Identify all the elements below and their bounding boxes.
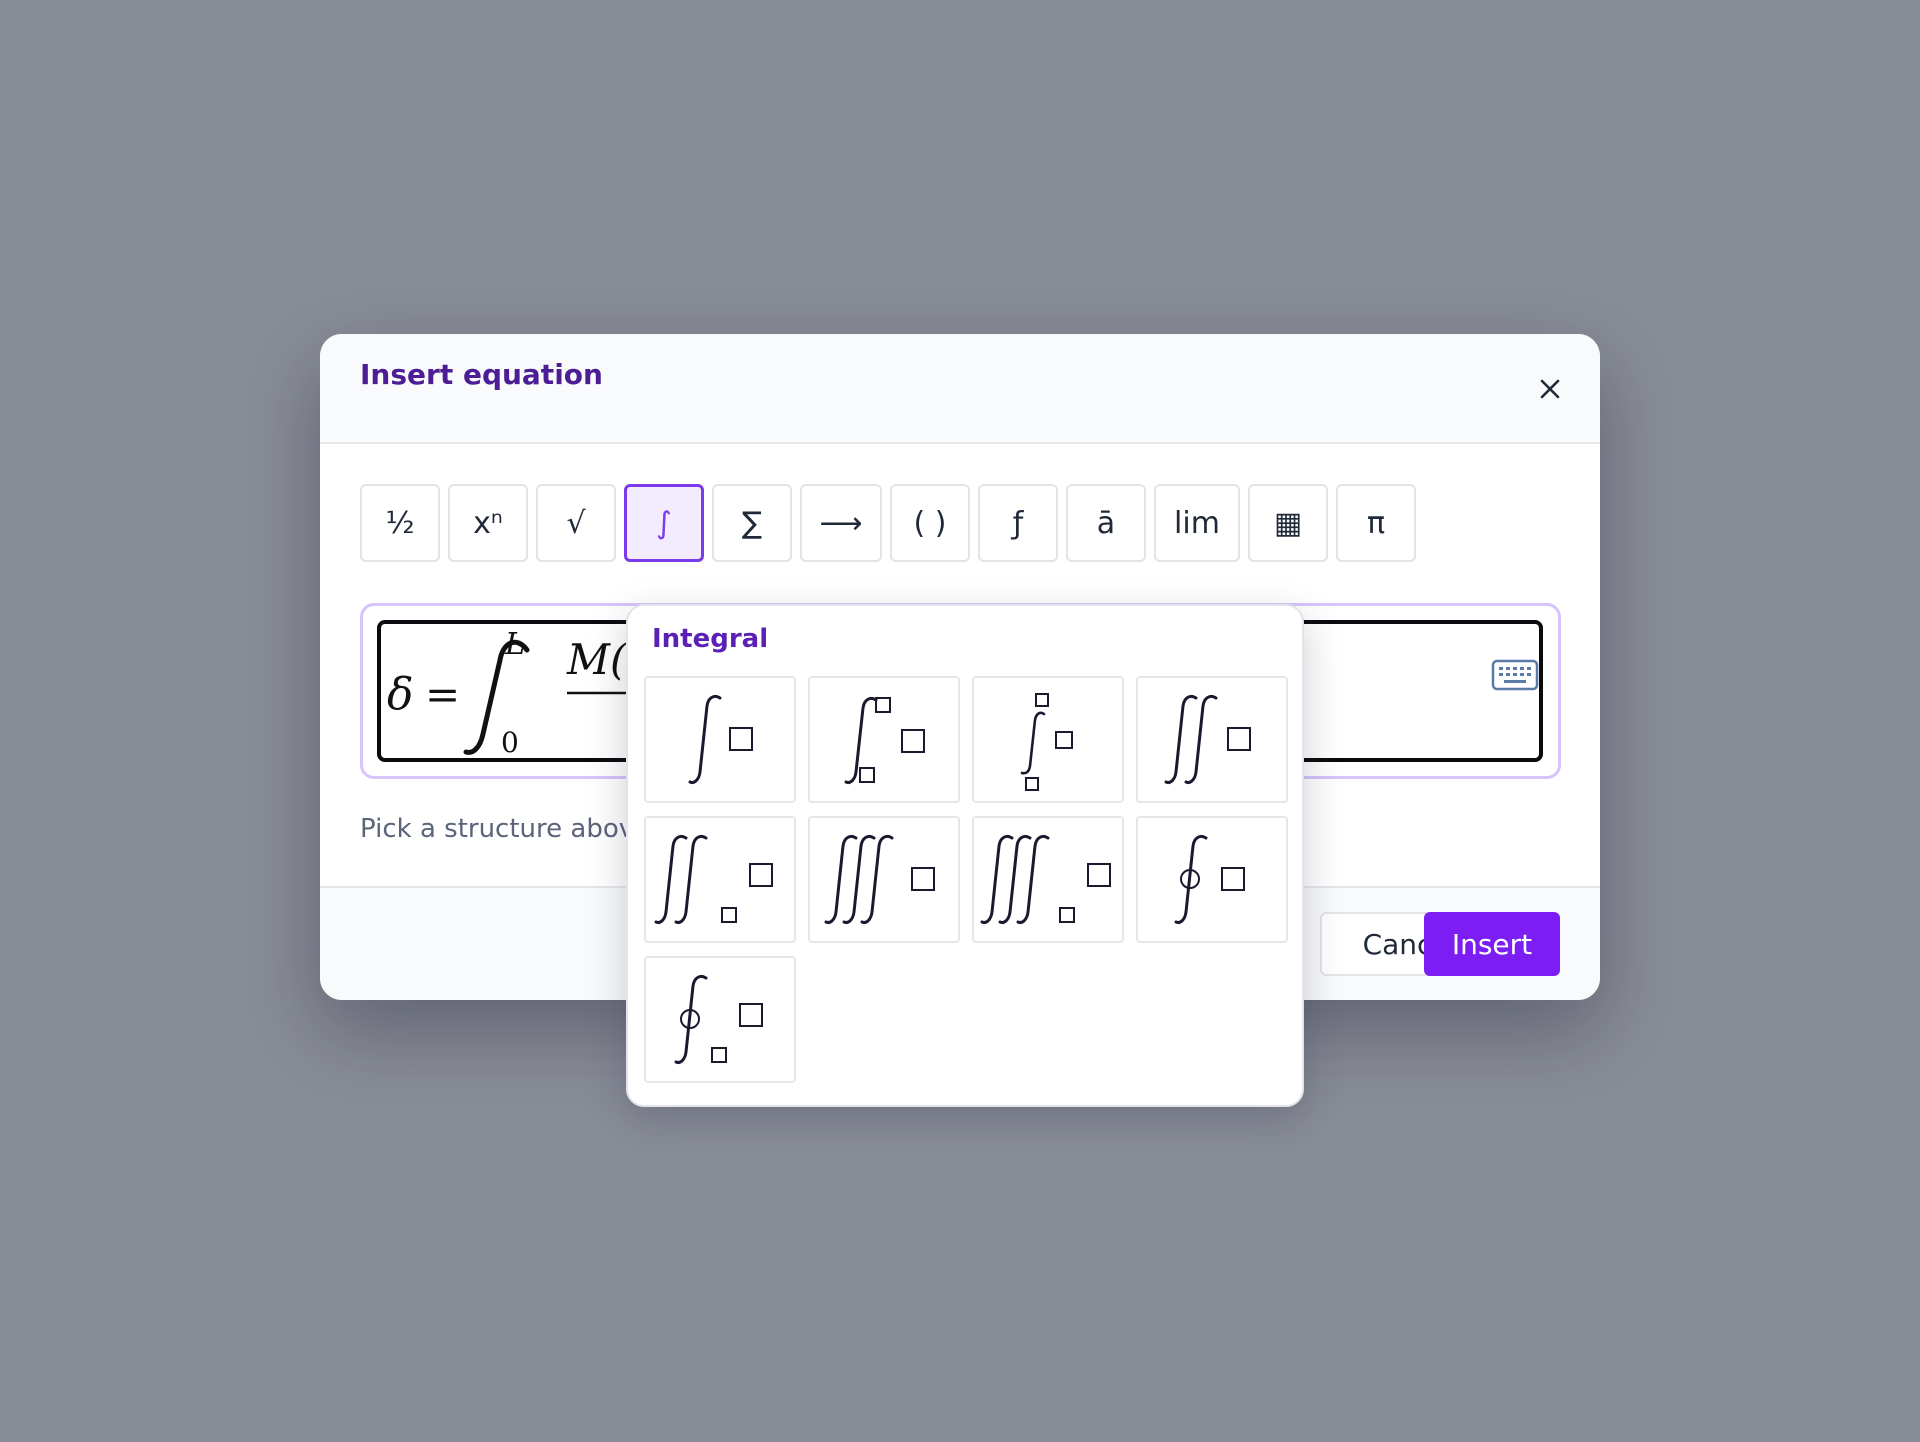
triple-integral-icon bbox=[824, 834, 935, 924]
triple-integral-with-lower-limit-tile[interactable] bbox=[972, 816, 1124, 943]
double-integral-tile[interactable] bbox=[1136, 676, 1288, 803]
triple-integral-lower-limit-icon bbox=[980, 834, 1111, 924]
integral-with-limits-tile[interactable] bbox=[808, 676, 960, 803]
double-integral-with-lower-limit-tile[interactable] bbox=[644, 816, 796, 943]
matrix-button[interactable]: ▦ bbox=[1248, 484, 1328, 562]
dialog-header: Insert equation bbox=[320, 334, 1600, 444]
script-button[interactable]: xⁿ bbox=[448, 484, 528, 562]
double-integral-icon bbox=[1164, 694, 1251, 784]
contour-integral-with-lower-limit-tile[interactable] bbox=[644, 956, 796, 1083]
double-integral-lower-limit-icon bbox=[654, 834, 773, 924]
popover-title: Integral bbox=[652, 624, 769, 654]
integral-limits-icon bbox=[844, 696, 925, 784]
symbols-button[interactable]: π bbox=[1336, 484, 1416, 562]
accent-button[interactable]: ā bbox=[1066, 484, 1146, 562]
equation-lhs: δ bbox=[387, 669, 414, 720]
keyboard-icon[interactable] bbox=[1491, 658, 1539, 692]
dialog-title: Insert equation bbox=[360, 358, 603, 391]
integral-stacked-limits-icon bbox=[1020, 693, 1073, 791]
radical-button[interactable]: √ bbox=[536, 484, 616, 562]
equation-upper-limit: L bbox=[504, 627, 525, 662]
contour-integral-tile[interactable] bbox=[1136, 816, 1288, 943]
integral-tile[interactable] bbox=[644, 676, 796, 803]
close-icon bbox=[1540, 379, 1560, 399]
insert-button[interactable]: Insert bbox=[1424, 912, 1560, 976]
large-operator-button[interactable]: ∑ bbox=[712, 484, 792, 562]
integral-button[interactable]: ∫ bbox=[624, 484, 704, 562]
fraction-button[interactable]: ½ bbox=[360, 484, 440, 562]
arrow-button[interactable]: ⟶ bbox=[800, 484, 882, 562]
limit-button[interactable]: lim bbox=[1154, 484, 1240, 562]
triple-integral-tile[interactable] bbox=[808, 816, 960, 943]
equation-numerator: M( bbox=[566, 635, 628, 684]
equation-lower-limit: 0 bbox=[501, 726, 519, 758]
bracket-button[interactable]: ( ) bbox=[890, 484, 970, 562]
integral-with-stacked-limits-tile[interactable] bbox=[972, 676, 1124, 803]
contour-integral-icon bbox=[1174, 834, 1245, 924]
integral-icon bbox=[688, 694, 753, 784]
close-button[interactable] bbox=[1529, 368, 1571, 410]
equation-equals: = bbox=[425, 670, 460, 719]
function-button[interactable]: ƒ bbox=[978, 484, 1058, 562]
integral-popover: Integral bbox=[626, 604, 1304, 1107]
contour-integral-lower-limit-icon bbox=[674, 974, 763, 1064]
